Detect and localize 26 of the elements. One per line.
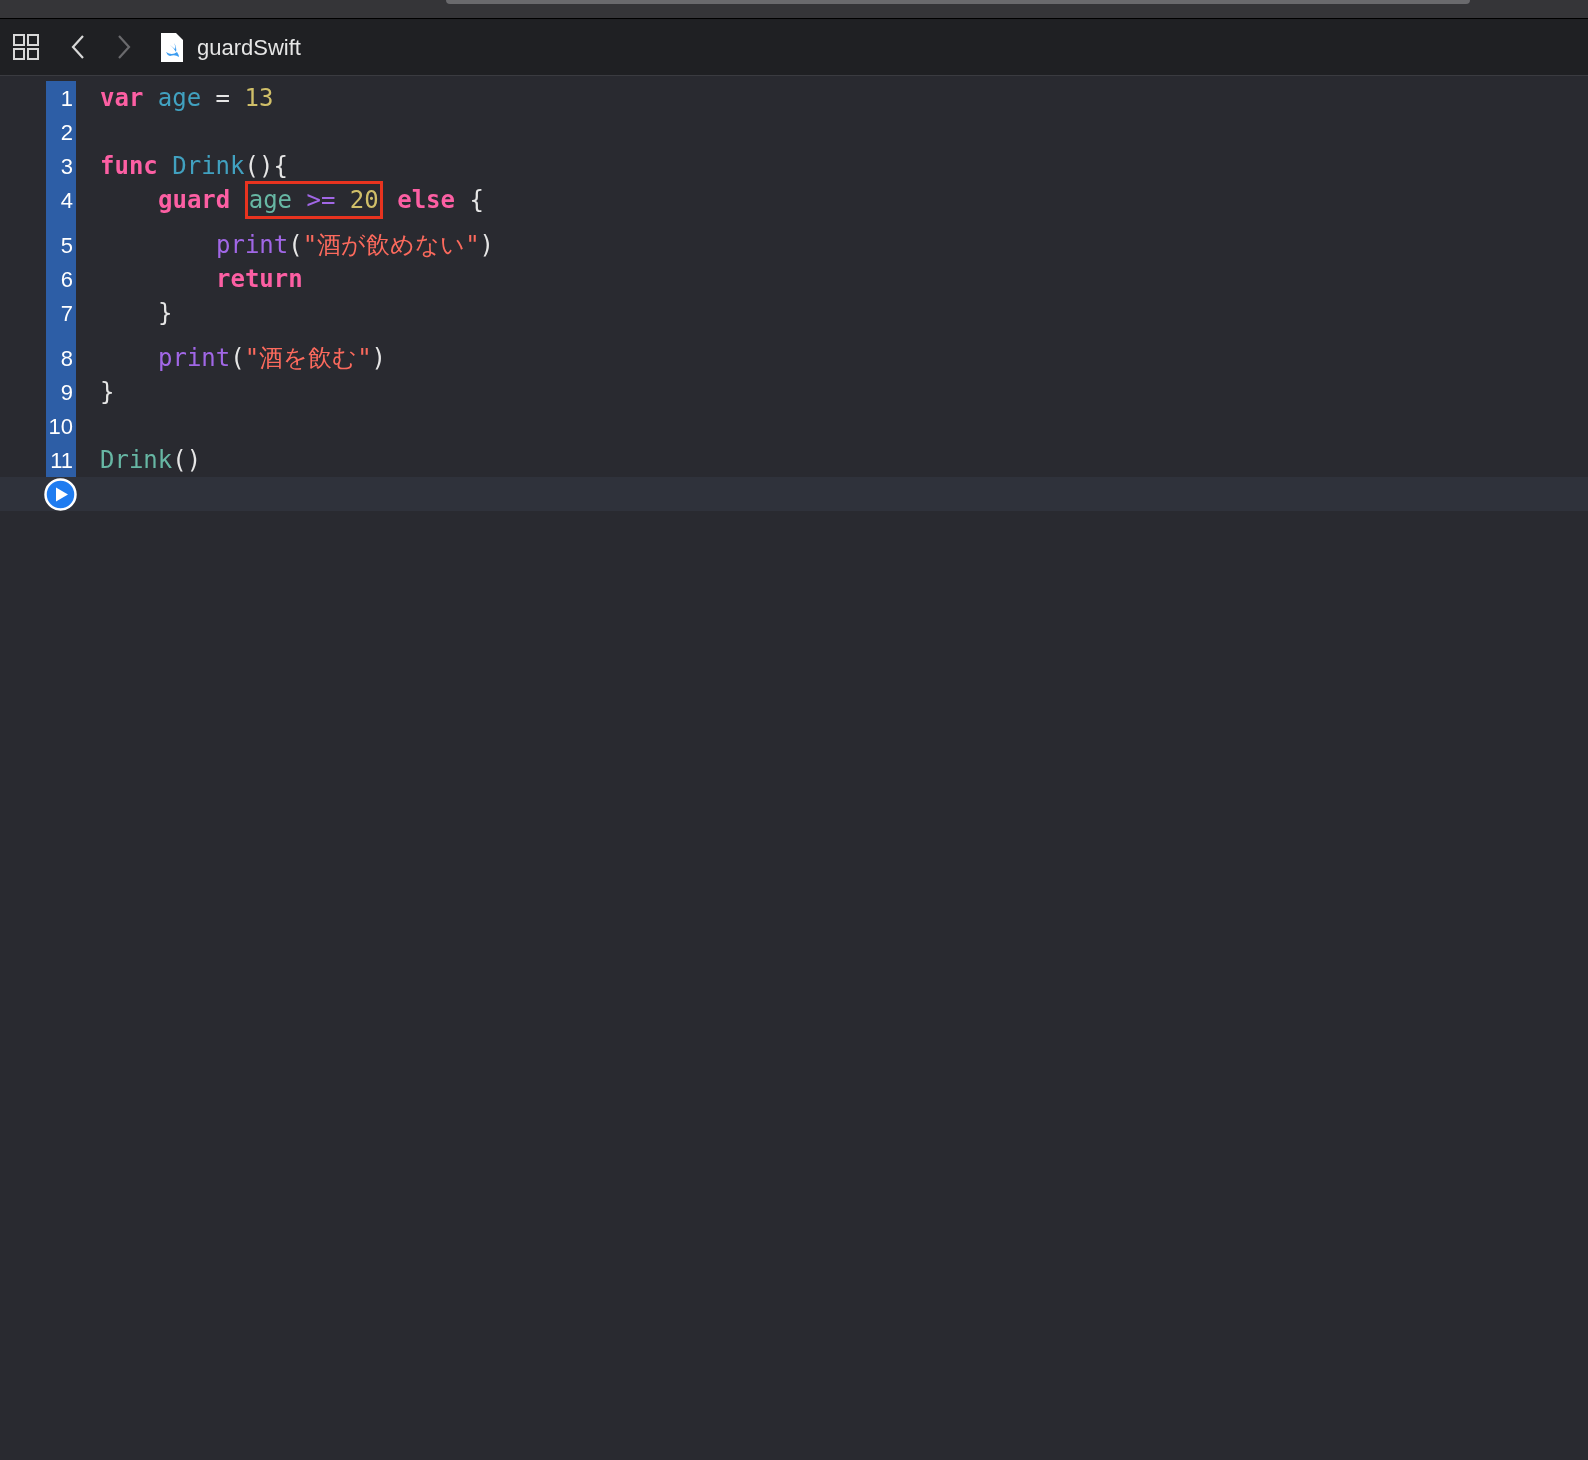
- code-line: var age = 13: [100, 83, 274, 114]
- code-line: }: [158, 298, 173, 329]
- line-number: 3: [60, 152, 73, 181]
- code-line: func Drink(){: [100, 151, 288, 182]
- swift-file-icon: [161, 32, 183, 62]
- line-number: 4: [60, 186, 73, 215]
- code-line: Drink(): [100, 445, 202, 476]
- code-line: print("酒を飲む"): [158, 343, 387, 374]
- line-number: 7: [60, 299, 73, 328]
- line-number: 5: [60, 231, 73, 260]
- line-number: 10: [48, 412, 73, 441]
- line-number: 11: [50, 446, 73, 475]
- line-number: 2: [60, 118, 73, 147]
- line-number: 1: [60, 84, 73, 113]
- code-text: age >= 20: [248, 186, 379, 214]
- file-name[interactable]: guardSwift: [197, 30, 301, 64]
- code-line: print("酒が飲めない"): [216, 230, 495, 261]
- code-line: }: [100, 377, 115, 408]
- line-number: 6: [60, 265, 73, 294]
- grid-icon[interactable]: [13, 34, 40, 60]
- line-number: 9: [60, 378, 73, 407]
- code-line: return: [216, 264, 303, 295]
- code-text: guard: [158, 185, 232, 216]
- run-button-icon[interactable]: [44, 477, 77, 511]
- code-text: else {: [396, 185, 484, 216]
- line-number: 8: [60, 344, 73, 373]
